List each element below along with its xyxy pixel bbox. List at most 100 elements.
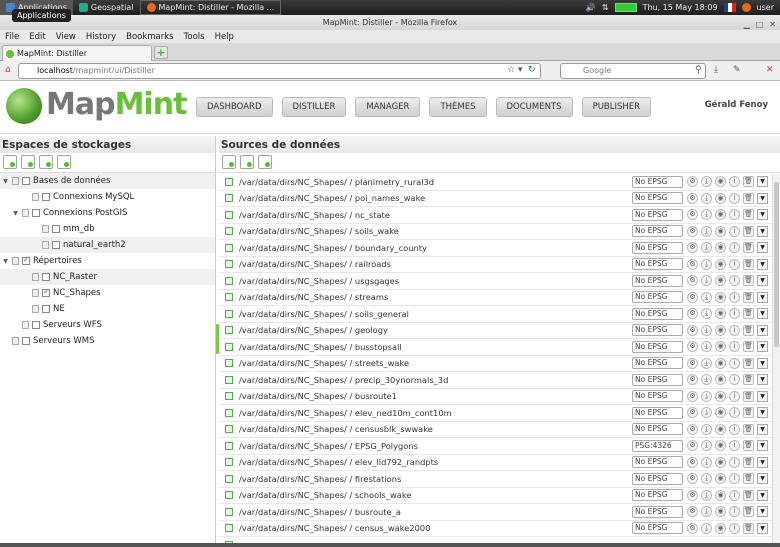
url-bar[interactable]: localhost/mapmint/ui/Distiller (18, 63, 541, 79)
datasource-row[interactable]: /var/data/dirs/NC_Shapes/ / elev_lid792_… (219, 455, 772, 471)
eye-icon[interactable]: ◉ (715, 308, 726, 320)
delete-icon[interactable]: 🗑 (743, 522, 754, 534)
delete-icon[interactable]: 🗑 (743, 374, 754, 386)
download-icon[interactable]: ⤓ (701, 225, 712, 237)
info-icon[interactable]: i (729, 390, 740, 402)
close-tab-icon[interactable]: ✕ (766, 65, 774, 75)
settings-icon[interactable]: ⚙ (687, 225, 698, 237)
menu-tools[interactable]: Tools (179, 32, 210, 42)
settings-icon[interactable]: ⚙ (687, 407, 698, 419)
epsg-field[interactable]: No EPSG (632, 208, 683, 221)
settings-icon[interactable]: ⚙ (687, 473, 698, 485)
epsg-field[interactable]: No EPSG (632, 472, 683, 485)
dropdown-icon[interactable]: ▼ (757, 242, 768, 254)
scrollbar-thumb[interactable] (774, 182, 779, 347)
datasource-row[interactable]: /var/data/dirs/NC_Shapes/ / soils_genera… (219, 306, 772, 323)
datasource-row[interactable]: /var/data/dirs/NC_Shapes/ / nc_state No E… (219, 207, 772, 224)
download-icon[interactable]: ⤓ (701, 506, 712, 518)
download-icon[interactable]: ⤓ (701, 308, 712, 320)
nav-documents-button[interactable]: DOCUMENTS (495, 97, 573, 117)
info-icon[interactable]: i (729, 308, 740, 320)
dropdown-icon[interactable]: ▼ (757, 291, 768, 303)
eye-icon[interactable]: ◉ (715, 341, 726, 353)
eye-icon[interactable]: ◉ (715, 176, 726, 188)
settings-icon[interactable]: ⚙ (687, 209, 698, 221)
epsg-field[interactable]: No EPSG (632, 505, 683, 518)
download-icon[interactable]: ⤓ (714, 65, 718, 75)
epsg-field[interactable]: No EPSG (632, 390, 683, 403)
user-name[interactable]: Gérald Fenoy (705, 100, 768, 110)
info-icon[interactable]: i (729, 275, 740, 287)
dropdown-icon[interactable]: ▼ (757, 192, 768, 204)
epsg-field[interactable]: No EPSG (632, 241, 683, 254)
info-icon[interactable]: i (729, 423, 740, 435)
delete-icon[interactable]: 🗑 (743, 225, 754, 237)
eye-icon[interactable]: ◉ (715, 423, 726, 435)
menu-help[interactable]: Help (210, 32, 239, 42)
download-icon[interactable]: ⤓ (701, 341, 712, 353)
epsg-field[interactable]: No EPSG (632, 522, 683, 535)
tree-checkbox[interactable] (22, 255, 30, 265)
settings-icon[interactable]: ⚙ (687, 258, 698, 270)
nav-distiller-button[interactable]: DISTILLER (281, 97, 347, 117)
delete-icon[interactable]: 🗑 (743, 308, 754, 320)
bookmark-star-icon[interactable]: ☆ (507, 65, 515, 75)
info-icon[interactable]: i (729, 473, 740, 485)
dropdown-icon[interactable]: ▼ (757, 390, 768, 402)
datasource-row[interactable]: /var/data/dirs/NC_Shapes/ / precip_30yno… (219, 372, 772, 389)
nav-thèmes-button[interactable]: THÈMES (429, 97, 487, 117)
eye-icon[interactable]: ◉ (715, 291, 726, 303)
add-wfs-icon[interactable] (39, 155, 53, 169)
download-icon[interactable]: ⤓ (701, 258, 712, 270)
eye-icon[interactable]: ◉ (715, 456, 726, 468)
datasource-row[interactable]: /var/data/dirs/NC_Shapes/ / EPSG_Polygon… (219, 438, 772, 455)
dropdown-icon[interactable]: ▼ (757, 357, 768, 369)
eye-icon[interactable]: ◉ (715, 390, 726, 402)
datasource-row[interactable]: /var/data/dirs/NC_Shapes/ / busstopsall N… (219, 339, 772, 356)
datasource-row[interactable]: /var/data/dirs/NC_Shapes/ / usgsgages No … (219, 273, 772, 290)
dropdown-icon[interactable]: ▼ (757, 176, 768, 188)
vertical-scrollbar[interactable] (772, 174, 780, 547)
epsg-field[interactable]: No EPSG (632, 373, 683, 386)
dropdown-icon[interactable]: ▼ (757, 440, 768, 452)
datasource-row[interactable]: /var/data/dirs/NC_Shapes/ / firestations… (219, 471, 772, 488)
epsg-field[interactable]: PSG:4326 (632, 439, 683, 452)
refresh-datasource-icon[interactable] (258, 155, 272, 169)
eye-icon[interactable]: ◉ (715, 357, 726, 369)
info-icon[interactable]: i (729, 522, 740, 534)
datasource-row[interactable]: /var/data/dirs/NC_Shapes/ / schools_wake… (219, 488, 772, 504)
settings-icon[interactable]: ⚙ (687, 374, 698, 386)
tree-item[interactable]: Serveurs WMS (0, 333, 215, 349)
download-icon[interactable]: ⤓ (701, 390, 712, 402)
delete-icon[interactable]: 🗑 (743, 506, 754, 518)
tree-item[interactable]: NC_Shapes (0, 285, 215, 301)
tree-item[interactable]: NC_Raster (0, 269, 215, 285)
tree-checkbox[interactable] (42, 305, 50, 313)
settings-icon[interactable]: ⚙ (687, 176, 698, 188)
datasource-row[interactable]: /var/data/dirs/NC_Shapes/ / streets_wake… (219, 356, 772, 372)
settings-icon[interactable]: ⚙ (687, 456, 698, 468)
info-icon[interactable]: i (729, 407, 740, 419)
settings-icon[interactable]: ⚙ (687, 522, 698, 534)
tree-item[interactable]: ▼ Bases de données (0, 173, 215, 189)
tree-checkbox[interactable] (42, 273, 50, 281)
info-icon[interactable]: i (729, 374, 740, 386)
eye-icon[interactable]: ◉ (715, 440, 726, 452)
download-icon[interactable]: ⤓ (701, 242, 712, 254)
user-menu[interactable]: user (757, 3, 774, 12)
dropdown-icon[interactable]: ▼ (757, 225, 768, 237)
network-icon[interactable]: ⇅ (602, 3, 609, 12)
datasource-row[interactable]: /var/data/dirs/NC_Shapes/ / busroute1 No … (219, 389, 772, 405)
download-icon[interactable]: ⤓ (701, 209, 712, 221)
dropdown-icon[interactable]: ▼ (757, 258, 768, 270)
datasource-row[interactable]: /var/data/dirs/NC_Shapes/ / poi_names_wa… (219, 191, 772, 207)
firefox-tray-icon[interactable] (741, 3, 751, 12)
addon-icon[interactable]: ✎ (733, 65, 741, 75)
info-icon[interactable]: i (729, 506, 740, 518)
download-icon[interactable]: ⤓ (701, 456, 712, 468)
tree-item[interactable]: Connexions MySQL (0, 189, 215, 205)
tree-checkbox[interactable] (42, 193, 50, 201)
eye-icon[interactable]: ◉ (715, 506, 726, 518)
settings-icon[interactable]: ⚙ (687, 440, 698, 452)
info-icon[interactable]: i (729, 456, 740, 468)
